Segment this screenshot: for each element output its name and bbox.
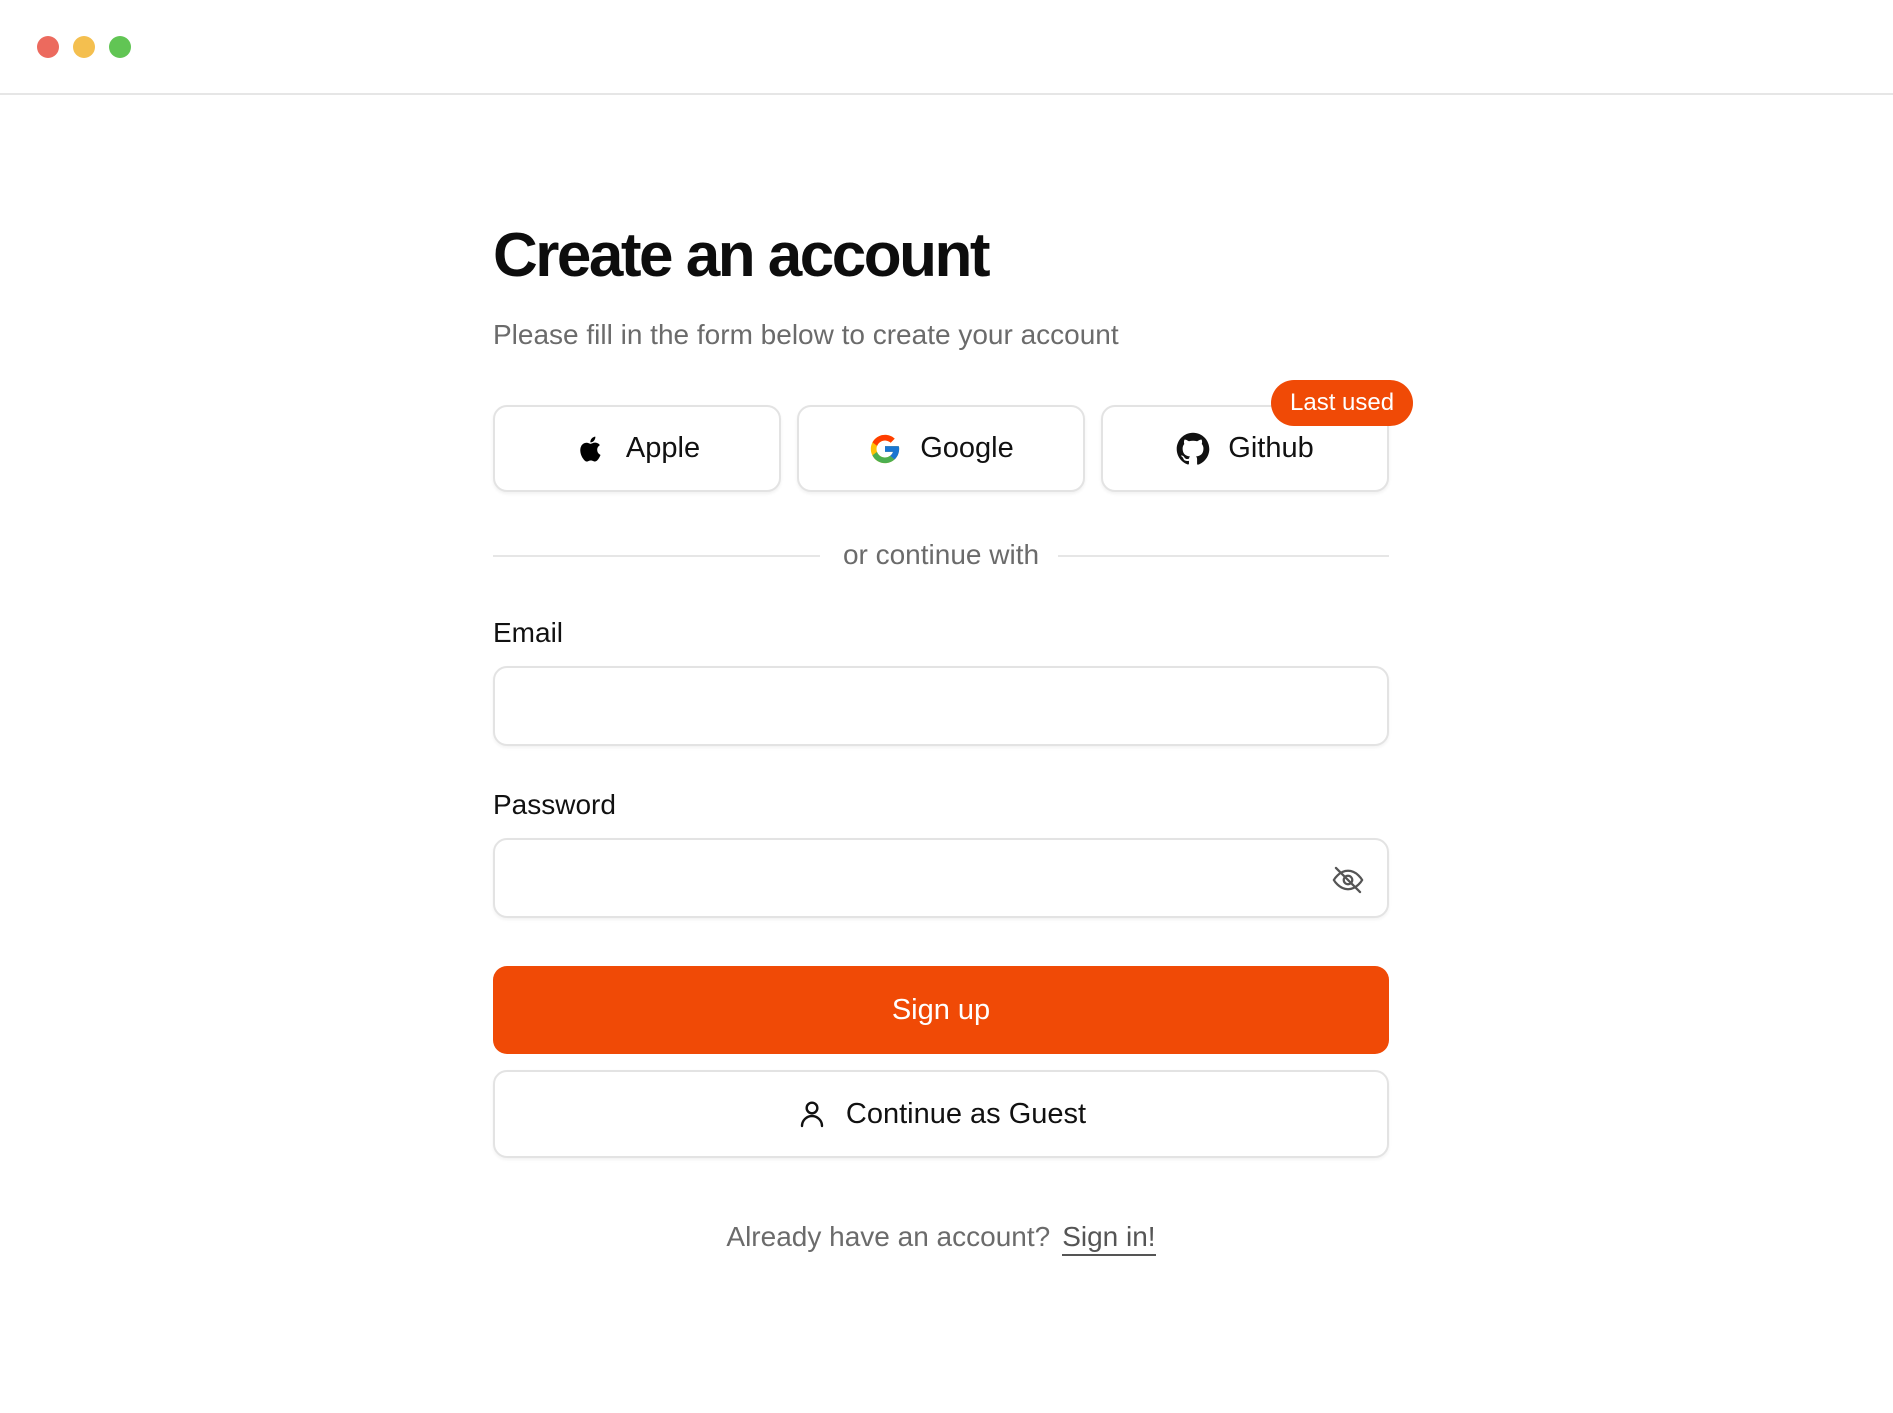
password-label: Password (493, 789, 616, 820)
window-titlebar (0, 0, 1893, 95)
email-field[interactable] (495, 668, 1387, 744)
page-subtitle: Please fill in the form below to create … (493, 319, 1119, 350)
sign-in-prompt: Already have an account? Sign in! (493, 1221, 1389, 1256)
user-icon (796, 1098, 828, 1130)
window-maximize-button[interactable] (109, 36, 131, 58)
sign-up-button[interactable]: Sign up (493, 966, 1389, 1054)
window-close-button[interactable] (37, 36, 59, 58)
divider-line-right (1058, 555, 1389, 557)
google-login-label: Google (920, 432, 1014, 464)
continue-as-guest-button[interactable]: Continue as Guest (493, 1070, 1389, 1158)
sign-in-prompt-text: Already have an account? (726, 1221, 1051, 1252)
apple-login-label: Apple (625, 432, 701, 464)
apple-login-button[interactable]: Apple (493, 405, 781, 492)
google-login-button[interactable]: Google (797, 405, 1085, 492)
last-used-badge: Last used (1271, 380, 1414, 426)
google-icon (868, 432, 902, 466)
window-minimize-button[interactable] (73, 36, 95, 58)
email-label: Email (493, 617, 564, 648)
sign-in-link[interactable]: Sign in! (1062, 1221, 1156, 1256)
continue-as-guest-label: Continue as Guest (845, 1097, 1087, 1130)
page-title: Create an account (493, 221, 991, 290)
password-field[interactable] (495, 840, 1387, 916)
divider: or continue with (493, 537, 1389, 573)
apple-icon (574, 432, 608, 466)
eye-off-icon[interactable] (1331, 863, 1365, 897)
github-icon (1176, 432, 1210, 466)
password-field-wrapper (493, 838, 1389, 918)
email-field-wrapper (493, 666, 1389, 746)
github-login-label: Github (1228, 432, 1314, 464)
social-login-row: Apple Google Github Last used (493, 380, 1414, 492)
